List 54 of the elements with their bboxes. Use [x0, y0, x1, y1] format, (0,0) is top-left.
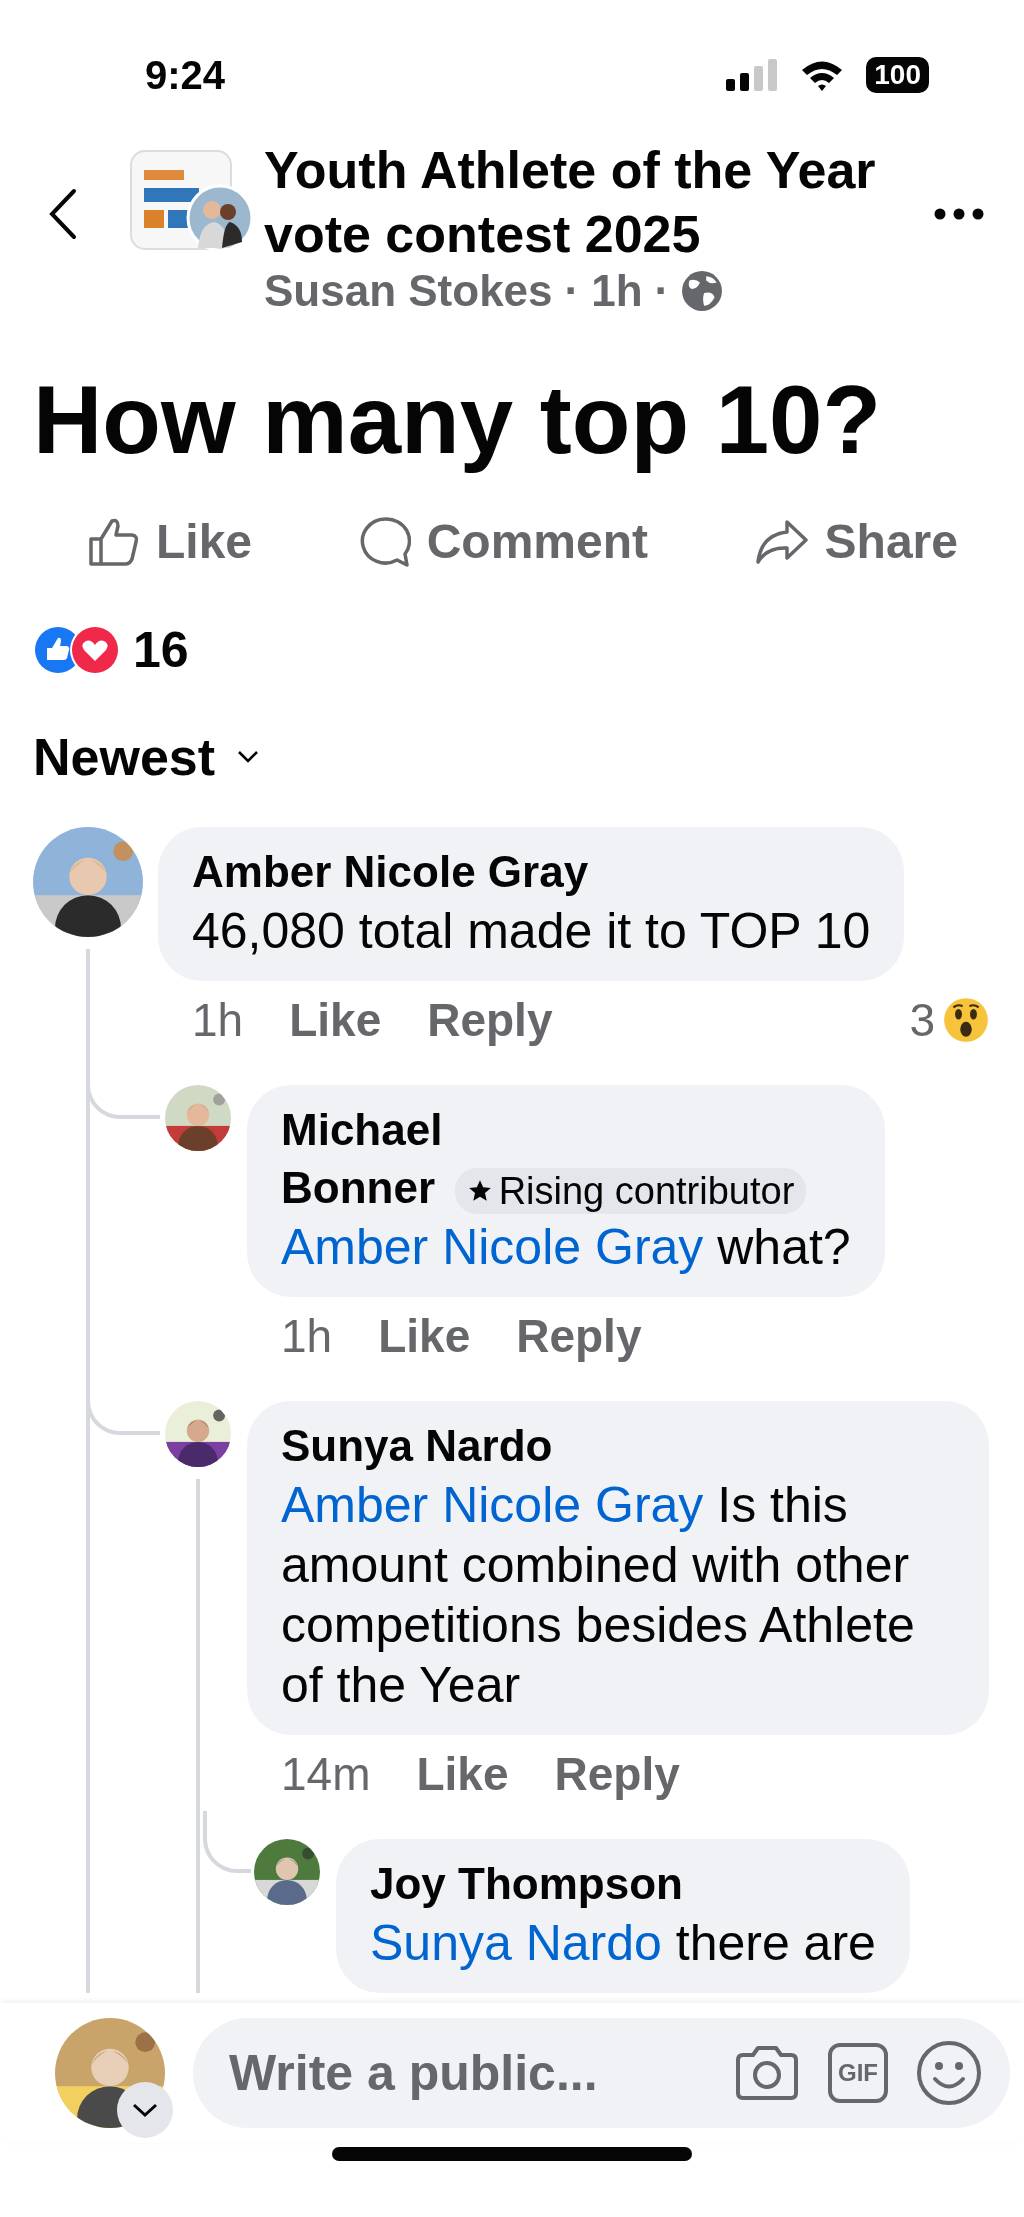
comment-author[interactable]: Michael Bonner	[281, 1101, 443, 1217]
comment-action-button[interactable]: Like	[289, 993, 382, 1047]
comment-action-button[interactable]: Reply	[427, 993, 553, 1047]
reaction-count[interactable]: 16	[133, 621, 189, 679]
signal-icon	[726, 59, 779, 91]
separator-dot: ·	[654, 266, 670, 316]
share-icon	[754, 518, 809, 565]
mention-link[interactable]: Amber Nicole Gray	[281, 1477, 704, 1533]
badge-label: Rising contributor	[498, 1169, 795, 1215]
post-action-button[interactable]: Like	[88, 514, 253, 569]
mention-link[interactable]: Sunya Nardo	[370, 1915, 662, 1971]
account-switch-button[interactable]	[117, 2082, 173, 2138]
chevron-down-icon	[131, 2102, 159, 2118]
smiley-icon[interactable]	[916, 2040, 982, 2106]
reaction-count: 3	[909, 993, 935, 1047]
status-time: 9:24	[145, 52, 226, 98]
more-icon[interactable]	[934, 208, 984, 220]
thumbs-up-icon	[88, 516, 140, 567]
globe-icon	[681, 270, 724, 312]
sort-dropdown[interactable]: Newest	[33, 727, 260, 787]
group-title[interactable]: Youth Athlete of the Year vote contest 2025	[264, 138, 884, 266]
comment-author[interactable]: Sunya Nardo	[281, 1421, 553, 1470]
wifi-icon	[800, 59, 845, 91]
comment-time: 1h	[192, 993, 244, 1047]
comment-action-button[interactable]: Like	[378, 1309, 471, 1363]
comment-time: 1h	[281, 1309, 333, 1363]
post-time: 1h	[591, 266, 643, 316]
comment-action-button[interactable]: Like	[416, 1747, 509, 1801]
comment-action-button[interactable]: Reply	[554, 1747, 680, 1801]
comment-time: 14m	[281, 1747, 371, 1801]
post-text: How many top 10?	[33, 365, 883, 475]
speech-bubble-icon	[358, 515, 411, 568]
comment-field[interactable]: Write a public... GIF	[193, 2018, 1010, 2128]
comment-text: 46,080 total made it to TOP 10	[192, 902, 871, 961]
thread-connector	[203, 1811, 251, 1873]
post-action-button[interactable]: Comment	[358, 514, 648, 569]
mention-link[interactable]: Amber Nicole Gray	[281, 1219, 704, 1275]
comment-action-button[interactable]: Reply	[516, 1309, 642, 1363]
comment-input[interactable]: Write a public...	[227, 2043, 706, 2103]
comment-text: Amber Nicole Gray what?	[281, 1218, 851, 1277]
chevron-down-icon	[237, 750, 260, 764]
post-author[interactable]: Susan Stokes	[264, 266, 553, 316]
camera-icon[interactable]	[734, 2044, 800, 2102]
reactions-icon	[33, 625, 121, 675]
comment-text: Sunya Nardo there are	[370, 1914, 876, 1973]
comment-author[interactable]: Joy Thompson	[370, 1859, 683, 1908]
gif-button[interactable]: GIF	[828, 2043, 888, 2103]
comment-text: Amber Nicole Gray Is this amount combined with other competitions besides Athlete of the Year	[281, 1476, 916, 1715]
comment-author[interactable]: Amber Nicole Gray	[192, 847, 589, 896]
post-action-button[interactable]: Share	[754, 514, 958, 569]
wow-emoji-icon	[943, 997, 989, 1043]
battery-indicator: 100	[866, 57, 929, 93]
separator-dot: ·	[564, 266, 580, 316]
back-icon[interactable]	[48, 188, 78, 240]
